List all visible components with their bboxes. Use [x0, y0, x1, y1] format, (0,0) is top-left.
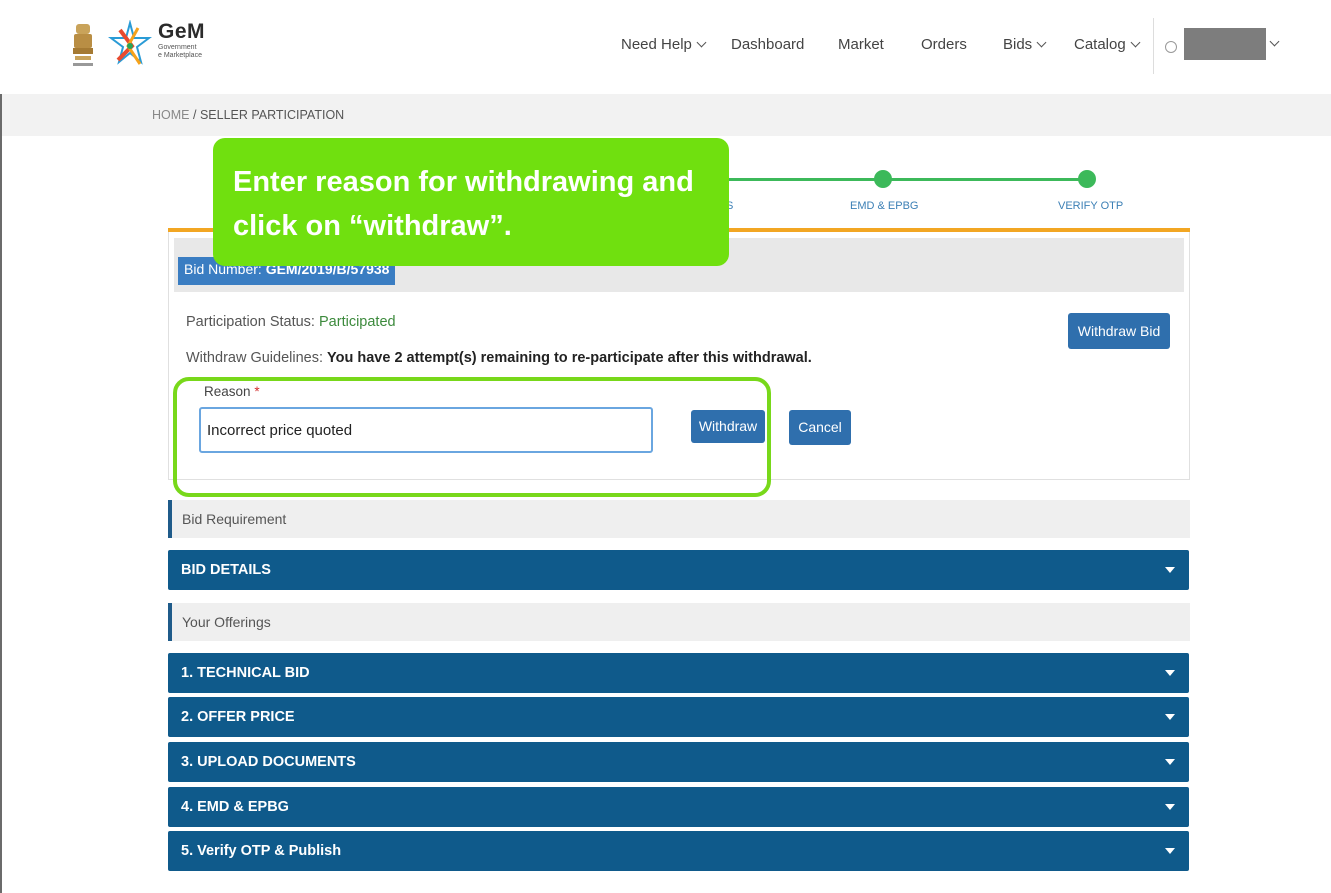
nav-bids-label: Bids	[1003, 36, 1033, 53]
instruction-callout: Enter reason for withdrawing and click o…	[213, 138, 729, 266]
nav-dashboard[interactable]: Dashboard	[731, 36, 804, 53]
national-emblem-icon	[73, 24, 93, 66]
caret-down-icon	[1165, 848, 1175, 854]
breadcrumb: HOME / SELLER PARTICIPATION	[152, 108, 344, 122]
nav-orders-label: Orders	[921, 36, 967, 53]
accordion-offer-price[interactable]: 2. OFFER PRICE	[168, 697, 1189, 737]
accordion-label: 5. Verify OTP & Publish	[181, 843, 342, 859]
top-header: GeM Government e Marketplace Need Help D…	[0, 0, 1331, 94]
caret-down-icon	[1165, 804, 1175, 810]
caret-down-icon	[1165, 759, 1175, 765]
accordion-bid-details[interactable]: BID DETAILS	[168, 550, 1189, 590]
accordion-label: BID DETAILS	[181, 562, 271, 578]
brand-subtitle-1: Government	[158, 44, 197, 51]
accordion-upload-documents[interactable]: 3. UPLOAD DOCUMENTS	[168, 742, 1189, 782]
bid-requirement-header: Bid Requirement	[168, 500, 1190, 538]
nav-catalog[interactable]: Catalog	[1074, 36, 1141, 53]
nav-need-help-label: Need Help	[621, 36, 692, 53]
withdraw-bid-button[interactable]: Withdraw Bid	[1068, 313, 1170, 349]
chevron-down-icon[interactable]	[1269, 36, 1280, 47]
gem-logo-icon[interactable]	[108, 20, 152, 70]
accordion-technical-bid[interactable]: 1. TECHNICAL BID	[168, 653, 1189, 693]
your-offerings-label: Your Offerings	[182, 614, 271, 630]
your-offerings-header: Your Offerings	[168, 603, 1190, 641]
nav-divider	[1153, 18, 1154, 74]
nav-market[interactable]: Market	[838, 36, 884, 53]
brand-text: GeM Government e Marketplace	[158, 20, 205, 60]
required-marker: *	[254, 384, 260, 399]
brand-subtitle-2: e Marketplace	[158, 52, 202, 59]
user-name-redacted[interactable]	[1184, 28, 1266, 60]
nav-market-label: Market	[838, 36, 884, 53]
accordion-label: 4. EMD & EPBG	[181, 799, 289, 815]
status-value: Participated	[319, 314, 396, 330]
chevron-down-icon	[696, 37, 707, 48]
nav-need-help[interactable]: Need Help	[621, 36, 707, 53]
guidelines-label: Withdraw Guidelines:	[186, 350, 323, 366]
callout-line-1: Enter reason for withdrawing and	[233, 166, 694, 198]
user-icon	[1165, 41, 1177, 53]
accordion-label: 1. TECHNICAL BID	[181, 665, 310, 681]
breadcrumb-current: SELLER PARTICIPATION	[199, 108, 345, 122]
nav-catalog-label: Catalog	[1074, 36, 1126, 53]
nav-dashboard-label: Dashboard	[731, 36, 805, 53]
cancel-button[interactable]: Cancel	[789, 410, 851, 445]
caret-down-icon	[1165, 567, 1175, 573]
chevron-down-icon	[1036, 37, 1047, 48]
accordion-label: 2. OFFER PRICE	[181, 709, 295, 725]
nav-bids[interactable]: Bids	[1003, 36, 1047, 53]
chevron-down-icon	[1130, 37, 1141, 48]
step-label-verify: VERIFY OTP	[1058, 200, 1124, 212]
bid-requirement-label: Bid Requirement	[182, 511, 287, 527]
step-dot-emd	[874, 170, 892, 188]
brand-title: GeM	[158, 20, 206, 43]
accordion-label: 3. UPLOAD DOCUMENTS	[181, 754, 356, 770]
withdraw-button[interactable]: Withdraw	[691, 410, 765, 443]
nav-orders[interactable]: Orders	[921, 36, 967, 53]
status-label: Participation Status:	[186, 314, 315, 330]
accordion-emd-epbg[interactable]: 4. EMD & EPBG	[168, 787, 1189, 827]
caret-down-icon	[1165, 714, 1175, 720]
withdraw-guidelines: Withdraw Guidelines: You have 2 attempt(…	[186, 350, 812, 366]
reason-input[interactable]	[199, 407, 653, 453]
reason-label: Reason *	[204, 384, 260, 399]
step-label-emd: EMD & EPBG	[850, 200, 919, 212]
accordion-verify-otp-publish[interactable]: 5. Verify OTP & Publish	[168, 831, 1189, 871]
guidelines-value: You have 2 attempt(s) remaining to re-pa…	[327, 350, 812, 366]
reason-label-text: Reason	[204, 384, 251, 399]
stepper-line	[720, 178, 1090, 181]
step-dot-verify	[1078, 170, 1096, 188]
participation-status: Participation Status: Participated	[186, 314, 396, 330]
callout-line-2: click on “withdraw”.	[233, 210, 512, 242]
breadcrumb-home[interactable]: HOME	[152, 108, 190, 122]
caret-down-icon	[1165, 670, 1175, 676]
breadcrumb-separator: /	[192, 108, 197, 122]
